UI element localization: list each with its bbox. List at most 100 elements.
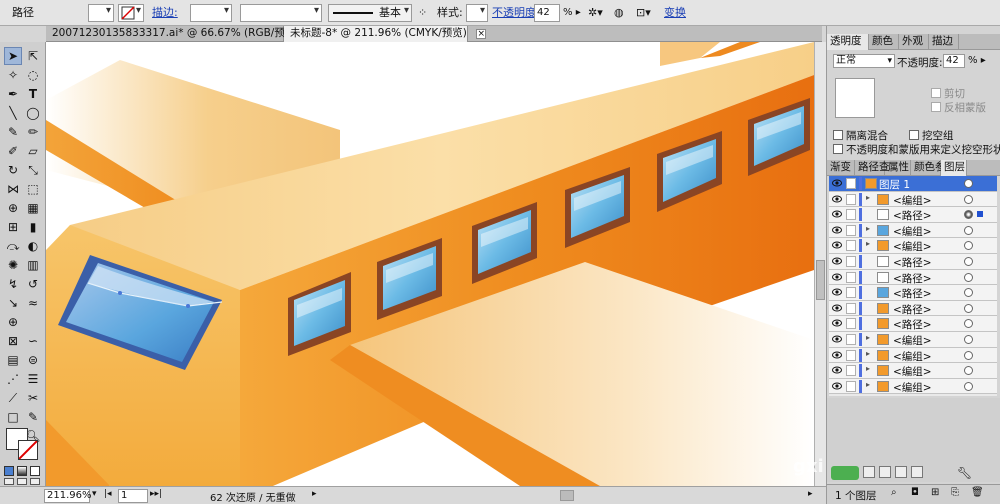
eye-icon[interactable] (832, 366, 842, 374)
status-menu-icon[interactable]: ▸ (312, 489, 317, 499)
lock-toggle[interactable] (846, 380, 856, 392)
scroll-right-icon[interactable]: ▸ (808, 489, 813, 499)
layer-name[interactable]: <路径> (893, 317, 932, 332)
transform-link[interactable]: 变换 (664, 5, 686, 21)
expand-icon[interactable]: ▸ (866, 224, 870, 233)
lock-toggle[interactable] (846, 334, 856, 345)
type-tool-icon[interactable]: T (24, 85, 42, 103)
eye-icon[interactable] (832, 319, 842, 327)
lasso-tool-icon[interactable]: ◌ (24, 66, 42, 84)
eye-icon[interactable] (832, 210, 842, 218)
layer-name[interactable]: <编组> (893, 380, 932, 395)
target-icon[interactable] (964, 210, 973, 220)
lock-toggle[interactable] (846, 256, 856, 267)
layer-name[interactable]: 图层 1 (879, 177, 910, 192)
eye-icon[interactable] (832, 195, 842, 203)
scale-tool-icon[interactable]: ⤡ (24, 161, 42, 179)
wrench-icon[interactable]: 🔧︎ (957, 466, 972, 480)
eraser-tool-icon[interactable]: ▱ (24, 142, 42, 160)
layer-name[interactable]: <编组> (893, 239, 932, 254)
distribute-icon[interactable]: ⁘ (418, 5, 427, 21)
layer-row[interactable]: ▸ <编组> (829, 191, 997, 208)
scissors-tool-icon[interactable]: ✂ (24, 389, 42, 407)
free-transform-tool-icon[interactable]: ⬚ (24, 180, 42, 198)
tab-pathfinder[interactable]: 路径查 (855, 160, 890, 176)
target-icon[interactable] (964, 257, 973, 266)
lock-toggle[interactable] (846, 271, 856, 283)
layer-row[interactable]: <路径> (829, 207, 997, 223)
target-icon[interactable] (964, 350, 973, 360)
tab-stroke[interactable]: 描边 (929, 34, 959, 50)
none-mode-icon[interactable] (30, 466, 40, 476)
layer-row[interactable]: <路径> (829, 285, 997, 301)
expand-icon[interactable]: ▸ (866, 239, 870, 248)
recolor-icon[interactable]: ✲▾ (588, 5, 603, 21)
eye-icon[interactable] (832, 179, 842, 187)
layer-option-icon[interactable] (863, 466, 875, 478)
layer-row[interactable]: ▸ <编组> (829, 222, 997, 239)
gradient-tool-icon[interactable]: ▮ (24, 218, 42, 236)
perspective-grid-tool-icon[interactable]: ▦ (24, 199, 42, 217)
panel-opacity-unit-dropdown[interactable]: % ▸ (968, 55, 986, 66)
draw-behind-icon[interactable] (17, 478, 27, 485)
close-icon[interactable]: × (476, 29, 487, 39)
eye-icon[interactable] (832, 351, 842, 359)
mask-thumbnail[interactable] (835, 78, 875, 118)
layer-name[interactable]: <编组> (893, 224, 932, 239)
eye-icon[interactable] (832, 382, 842, 390)
artboard-field[interactable]: 1 (118, 489, 148, 503)
eye-icon[interactable] (832, 288, 842, 296)
vertical-scrollbar[interactable] (814, 42, 826, 486)
stroke-color-dropdown[interactable] (118, 4, 144, 22)
lock-toggle[interactable] (846, 302, 856, 314)
expand-icon[interactable]: ▸ (866, 193, 870, 202)
color-mode-icon[interactable] (4, 466, 14, 476)
layer-name[interactable]: <路径> (893, 271, 932, 286)
target-icon[interactable] (964, 194, 973, 204)
lock-toggle[interactable] (846, 209, 856, 221)
layer-option-icon[interactable] (879, 466, 891, 478)
paintbrush-tool-icon[interactable]: ✎ (4, 123, 22, 141)
layer-row[interactable]: ▸ <编组> (829, 347, 997, 364)
isolate-blending-checkbox[interactable]: 隔离混合 (833, 128, 888, 143)
layer-row[interactable]: <路径> (829, 300, 997, 317)
chart-tool-icon[interactable]: ▤ (4, 351, 22, 369)
layer-name[interactable]: <编组> (893, 349, 932, 364)
selection-tool-icon[interactable]: ➤ (4, 47, 22, 65)
warp-tool-icon[interactable]: ↯ (4, 275, 22, 293)
eye-icon[interactable] (832, 335, 842, 343)
layer-row[interactable]: <路径> (829, 316, 997, 332)
tab-color[interactable]: 颜色 (869, 34, 899, 50)
target-icon[interactable] (964, 366, 973, 376)
pencil-tool-icon[interactable]: ✏ (24, 123, 42, 141)
layer-name[interactable]: <路径> (893, 255, 932, 270)
tab-gradient[interactable]: 渐变 (827, 160, 855, 176)
clip-checkbox[interactable]: 剪切 (931, 86, 965, 101)
expand-icon[interactable]: ▸ (866, 380, 870, 389)
expand-icon[interactable]: ▸ (866, 333, 870, 342)
doc-tab-1[interactable]: 20071230135833317.ai* @ 66.67% (RGB/预览) … (46, 26, 319, 42)
layer-name[interactable]: <编组> (893, 193, 932, 208)
target-icon[interactable] (964, 335, 973, 344)
measure-tool-icon[interactable]: ✎ (24, 408, 42, 426)
layer-row[interactable]: <路径> (829, 254, 997, 270)
first-artboard-icon[interactable]: |◂ (104, 489, 112, 499)
target-icon[interactable] (964, 288, 973, 298)
stroke-swatch[interactable] (18, 440, 38, 460)
tab-color-guide[interactable]: 颜色参 (911, 160, 946, 176)
doc-tab-2[interactable]: 未标题-8* @ 211.96% (CMYK/预览) × (284, 26, 487, 42)
lock-toggle[interactable] (846, 349, 856, 361)
knockout-group-checkbox[interactable]: 挖空组 (909, 128, 954, 143)
layer-name[interactable]: <路径> (893, 208, 932, 223)
gradient-mode-icon[interactable] (17, 466, 27, 476)
target-icon[interactable] (964, 179, 973, 188)
pen-tool-icon[interactable]: ✒ (4, 85, 22, 103)
globe-icon[interactable]: ◍ (614, 5, 624, 21)
blob-brush-tool-icon[interactable]: ✐ (4, 142, 22, 160)
lock-toggle[interactable] (846, 178, 856, 189)
mesh-tool-icon[interactable]: ⊞ (4, 218, 22, 236)
layer-row[interactable]: ▸ <编组> (829, 238, 997, 254)
line-tool-icon[interactable]: ╲ (4, 104, 22, 122)
layer-name[interactable]: <编组> (893, 333, 932, 348)
target-icon[interactable] (964, 381, 973, 391)
